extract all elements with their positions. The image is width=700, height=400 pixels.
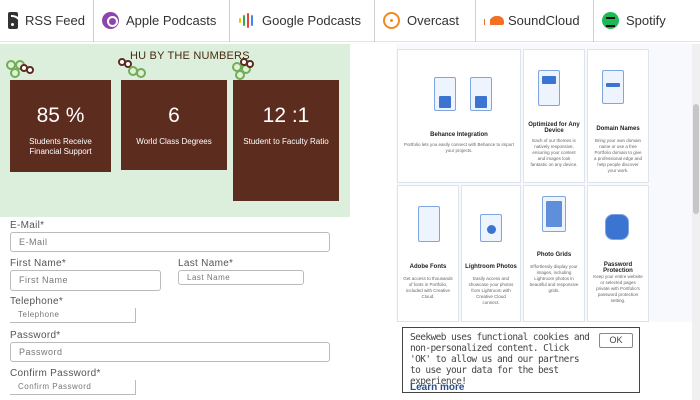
feature-card-lightroom: Lightroom Photos Easily access and showc… (461, 185, 521, 322)
last-name-field[interactable]: Last Name (178, 270, 304, 285)
confirm-password-field[interactable]: Confirm Password (10, 380, 136, 395)
feature-title: Password Protection (603, 262, 633, 274)
feature-description: Portfolio lets you easily connect with B… (403, 142, 515, 153)
feature-card-behance: Behance Integration Portfolio lets you e… (397, 49, 521, 183)
overcast-link[interactable]: Overcast (375, 0, 476, 42)
rss-icon (8, 12, 23, 29)
feature-title: Photo Grids (536, 252, 572, 258)
password-field[interactable]: Password (10, 342, 330, 362)
behance-illustration (470, 77, 492, 111)
google-podcasts-icon (238, 12, 255, 29)
signup-form: E-Mail* E-Mail First Name* First Name La… (0, 217, 350, 400)
email-label: E-Mail* (10, 220, 45, 231)
apple-podcasts-link[interactable]: Apple Podcasts (94, 0, 230, 42)
feature-description: Bring your own domain name or use a free… (593, 138, 643, 173)
last-name-label: Last Name* (178, 258, 234, 269)
soundcloud-label: SoundCloud (508, 13, 580, 28)
password-label: Password* (10, 330, 61, 341)
podcast-subscribe-bar: RSS Feed Apple Podcasts Google Podcasts … (0, 0, 700, 42)
stat-value: 6 (168, 104, 180, 127)
stat-card-degrees: 6 World Class Degrees (121, 80, 227, 170)
feature-title: Lightroom Photos (465, 264, 517, 270)
apple-podcasts-label: Apple Podcasts (126, 13, 217, 28)
overcast-icon (383, 12, 400, 29)
feature-description: Each of our themes is natively responsiv… (530, 138, 578, 167)
domain-illustration (602, 70, 624, 104)
features-grid: Behance Integration Portfolio lets you e… (396, 44, 700, 322)
numbers-section: HU BY THE NUMBERS 85 % Students Receive … (0, 44, 350, 217)
cookie-message: Seekweb uses functional cookies and non-… (410, 332, 590, 387)
stat-card-ratio: 12 :1 Student to Faculty Ratio (233, 80, 339, 201)
feature-description: Keep your entire website or selected pag… (593, 274, 643, 303)
stat-caption: World Class Degrees (136, 137, 212, 146)
feature-title: Adobe Fonts (409, 264, 447, 270)
stat-caption: Student to Faculty Ratio (243, 137, 329, 146)
spotify-label: Spotify (626, 13, 666, 28)
soundcloud-link[interactable]: SoundCloud (476, 0, 594, 42)
google-podcasts-label: Google Podcasts (262, 13, 362, 28)
stat-value: 85 % (36, 104, 85, 127)
scrollbar-thumb[interactable] (693, 104, 699, 214)
lock-illustration (605, 214, 629, 240)
spotify-link[interactable]: Spotify (594, 0, 684, 42)
feature-card-password: Password Protection Keep your entire web… (587, 185, 649, 322)
feature-description: Easily access and showcase your photos f… (468, 276, 514, 305)
learn-more-link[interactable]: Learn more (410, 382, 464, 393)
feature-card-photo-grids: Photo Grids Effortlessly display your im… (523, 185, 585, 322)
confirm-password-label: Confirm Password* (10, 368, 101, 379)
feature-title: Domain Names (596, 126, 640, 132)
feature-card-fonts: Adobe Fonts Get access to thousands of f… (397, 185, 459, 322)
rss-feed-link[interactable]: RSS Feed (0, 0, 94, 42)
stat-card-financial: 85 % Students Receive Financial Support (10, 80, 111, 172)
cookie-banner: Seekweb uses functional cookies and non-… (402, 327, 640, 393)
google-podcasts-link[interactable]: Google Podcasts (230, 0, 375, 42)
apple-podcasts-icon (102, 12, 119, 29)
feature-title: Behance Integration (430, 132, 488, 138)
lightroom-illustration (480, 214, 502, 242)
telephone-label: Telephone* (10, 296, 64, 307)
stat-caption: Students Receive Financial Support (29, 137, 92, 156)
stat-value: 12 :1 (262, 104, 310, 127)
flower-decoration (240, 58, 260, 78)
email-field[interactable]: E-Mail (10, 232, 330, 252)
photo-grid-illustration (542, 196, 566, 232)
cookie-ok-button[interactable]: OK (599, 333, 633, 348)
first-name-field[interactable]: First Name (10, 270, 161, 291)
overcast-label: Overcast (407, 13, 460, 28)
numbers-title: HU BY THE NUMBERS (130, 50, 250, 62)
spotify-icon (602, 12, 619, 29)
behance-illustration (434, 77, 456, 111)
telephone-field[interactable]: Telephone (10, 308, 136, 323)
page-scrollbar[interactable] (692, 44, 700, 400)
feature-description: Get access to thousands of fonts in Port… (403, 276, 453, 299)
rss-feed-label: RSS Feed (25, 13, 85, 28)
feature-title: Optimized for Any Device (528, 122, 580, 134)
feature-description: Effortlessly display your images, includ… (529, 264, 579, 293)
fonts-illustration (418, 206, 440, 242)
first-name-label: First Name* (10, 258, 67, 269)
feature-card-device: Optimized for Any Device Each of our the… (523, 49, 585, 183)
device-illustration (538, 70, 560, 106)
soundcloud-icon (484, 12, 504, 29)
feature-card-domains: Domain Names Bring your own domain name … (587, 49, 649, 183)
